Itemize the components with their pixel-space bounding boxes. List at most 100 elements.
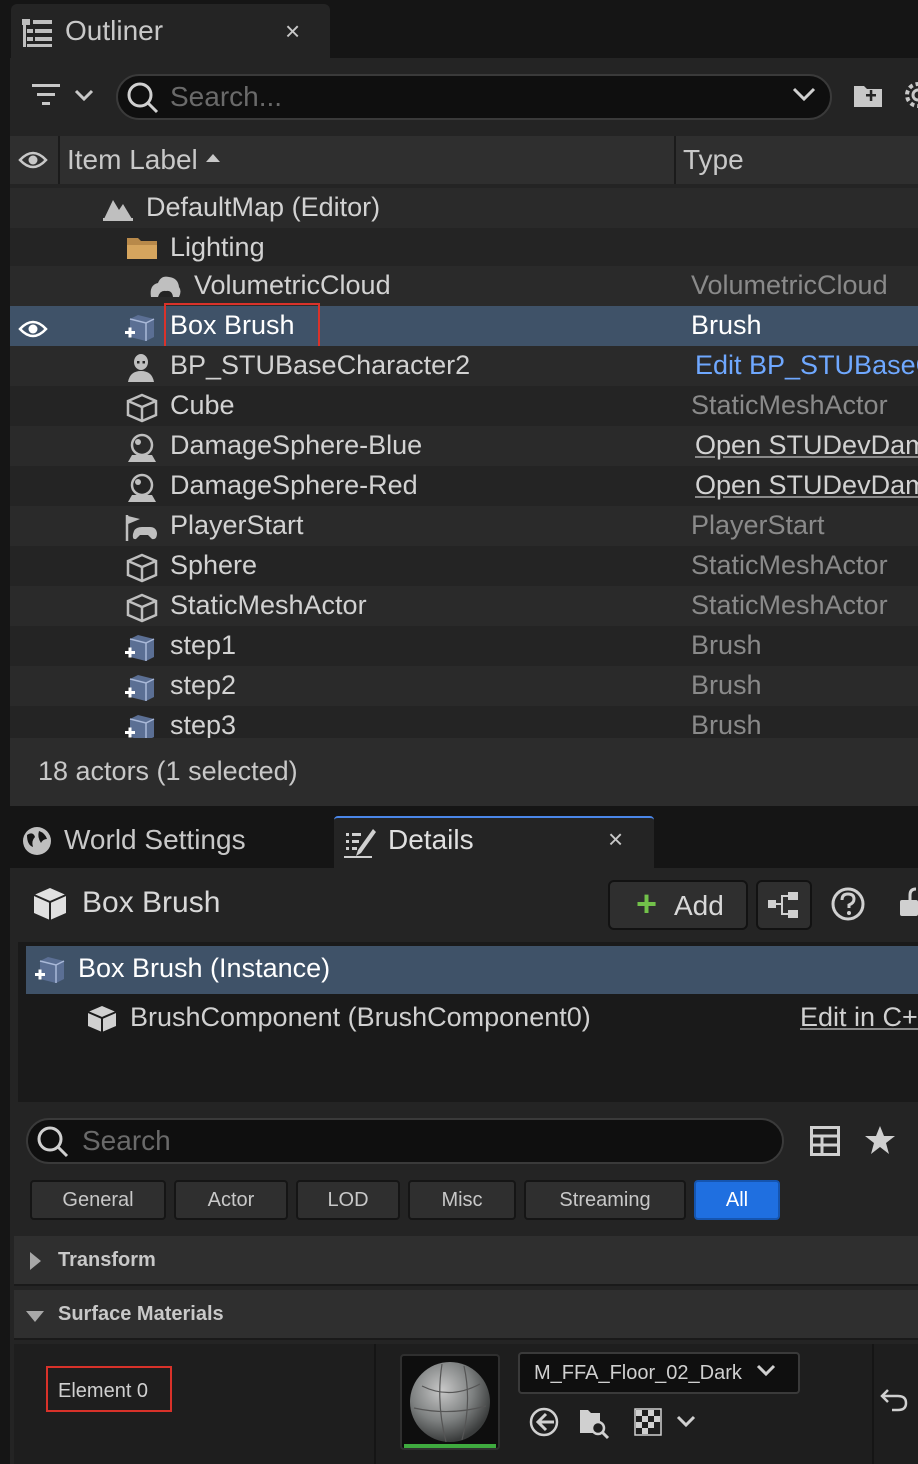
tree-row-box-brush[interactable]: Box Brush Brush — [10, 306, 918, 346]
static-mesh-icon — [86, 1004, 118, 1034]
add-folder-icon[interactable] — [852, 80, 884, 110]
column-type[interactable]: Type — [683, 144, 744, 176]
section-surface-materials[interactable]: Surface Materials — [14, 1290, 918, 1340]
thumbnail-accent-bar — [404, 1444, 496, 1448]
tree-row-damagesphere-blue[interactable]: DamageSphere-Blue Open STUDevDam — [10, 426, 918, 466]
tree-row-staticmeshactor[interactable]: StaticMeshActor StaticMeshActor — [10, 586, 918, 626]
row-type: StaticMeshActor — [691, 590, 888, 620]
static-mesh-icon — [126, 553, 158, 583]
material-tools — [528, 1404, 708, 1440]
outliner-icon — [21, 18, 53, 48]
brush-icon — [124, 313, 156, 343]
row-type: Brush — [691, 310, 762, 340]
row-type: StaticMeshActor — [691, 390, 888, 420]
expand-arrow-icon — [30, 1252, 41, 1270]
open-source-link[interactable]: Open STUDevDam — [695, 430, 918, 461]
tree-row-step2[interactable]: step2 Brush — [10, 666, 918, 706]
tab-outliner[interactable]: Outliner × — [11, 4, 330, 58]
row-label: DamageSphere-Red — [170, 470, 418, 500]
material-name: M_FFA_Floor_02_Dark — [534, 1362, 742, 1384]
component-root-label: Box Brush (Instance) — [78, 953, 331, 983]
filter-chip-streaming[interactable]: Streaming — [524, 1180, 686, 1220]
checker-texture-icon — [634, 1408, 696, 1436]
search-placeholder: Search — [82, 1125, 171, 1156]
property-matrix-icon[interactable] — [810, 1126, 840, 1156]
brush-icon — [34, 955, 66, 985]
search-icon — [126, 81, 160, 115]
player-start-icon — [124, 513, 158, 543]
tree-row-defaultmap[interactable]: DefaultMap (Editor) — [10, 188, 918, 228]
blueprint-button[interactable] — [756, 880, 812, 930]
tree-row-damagesphere-red[interactable]: DamageSphere-Red Open STUDevDam — [10, 466, 918, 506]
row-label: BP_STUBaseCharacter2 — [170, 350, 471, 380]
row-label: step2 — [170, 670, 237, 700]
visibility-eye-icon[interactable] — [18, 318, 48, 340]
column-divider — [872, 1344, 874, 1464]
brush-icon — [124, 673, 156, 703]
edit-in-cpp-link[interactable]: Edit in C++ — [800, 1002, 918, 1033]
row-label: DamageSphere-Blue — [170, 430, 423, 460]
brush-icon — [124, 713, 156, 738]
map-icon — [102, 195, 134, 221]
gear-icon[interactable] — [902, 80, 918, 110]
row-label: StaticMeshActor — [170, 590, 367, 620]
tab-world-settings[interactable]: World Settings — [11, 816, 331, 868]
row-type: StaticMeshActor — [691, 550, 888, 580]
browse-folder-icon — [580, 1410, 610, 1440]
filter-dropdown-button[interactable] — [30, 80, 96, 112]
column-divider[interactable] — [58, 136, 60, 184]
add-component-button[interactable]: + Add — [608, 880, 748, 930]
edit-blueprint-link[interactable]: Edit BP_STUBaseC — [695, 350, 918, 381]
brush-icon — [124, 633, 156, 663]
details-search-input[interactable]: Search — [26, 1118, 784, 1164]
tab-details[interactable]: Details × — [334, 816, 654, 868]
column-item-label[interactable]: Item Label — [67, 144, 198, 176]
help-icon[interactable] — [830, 886, 866, 922]
highlight-box — [46, 1366, 172, 1412]
open-source-link[interactable]: Open STUDevDam — [695, 470, 918, 501]
tree-row-step1[interactable]: step1 Brush — [10, 626, 918, 666]
visibility-eye-icon[interactable] — [18, 149, 48, 171]
filter-chip-all[interactable]: All — [694, 1180, 780, 1220]
star-icon[interactable] — [864, 1124, 896, 1156]
outliner-column-header: Item Label Type — [10, 136, 918, 184]
chevron-down-icon[interactable] — [792, 86, 816, 102]
character-icon — [126, 353, 156, 383]
material-thumbnail[interactable] — [400, 1354, 500, 1450]
section-label: Surface Materials — [58, 1303, 224, 1325]
folder-icon — [126, 235, 158, 261]
component-row-root[interactable]: Box Brush (Instance) — [26, 946, 918, 994]
row-type: Brush — [691, 710, 762, 738]
tree-row-sphere[interactable]: Sphere StaticMeshActor — [10, 546, 918, 586]
chevron-down-icon — [756, 1364, 776, 1378]
filter-chip-actor[interactable]: Actor — [174, 1180, 288, 1220]
sort-ascending-icon — [206, 154, 220, 162]
tree-row-step3[interactable]: step3 Brush — [10, 706, 918, 738]
close-icon[interactable]: × — [285, 16, 300, 47]
row-label: Cube — [170, 390, 235, 420]
outliner-search-input[interactable]: Search... — [116, 74, 832, 120]
row-type: Brush — [691, 670, 762, 700]
row-label: VolumetricCloud — [194, 270, 391, 300]
tree-row-lighting[interactable]: Lighting — [10, 228, 918, 268]
filter-chip-lod[interactable]: LOD — [296, 1180, 400, 1220]
add-button-label: Add — [674, 890, 724, 921]
tree-row-bp-character[interactable]: BP_STUBaseCharacter2 Edit BP_STUBaseC — [10, 346, 918, 386]
column-divider[interactable] — [674, 136, 676, 184]
material-picker-combo[interactable]: M_FFA_Floor_02_Dark — [518, 1352, 800, 1394]
row-label: PlayerStart — [170, 510, 304, 540]
filter-chip-misc[interactable]: Misc — [408, 1180, 516, 1220]
filter-chip-general[interactable]: General — [30, 1180, 166, 1220]
section-transform[interactable]: Transform — [14, 1236, 918, 1286]
column-divider — [374, 1344, 376, 1464]
tree-row-playerstart[interactable]: PlayerStart PlayerStart — [10, 506, 918, 546]
cloud-icon — [148, 273, 182, 299]
tab-details-label: Details — [388, 824, 474, 855]
lock-icon[interactable] — [896, 886, 918, 920]
reset-to-default-icon[interactable] — [880, 1386, 908, 1412]
tree-row-cube[interactable]: Cube StaticMeshActor — [10, 386, 918, 426]
actor-icon — [126, 473, 158, 503]
close-icon[interactable]: × — [608, 824, 623, 855]
tree-row-volumetriccloud[interactable]: VolumetricCloud VolumetricCloud — [10, 266, 918, 306]
tab-world-settings-label: World Settings — [64, 824, 246, 855]
